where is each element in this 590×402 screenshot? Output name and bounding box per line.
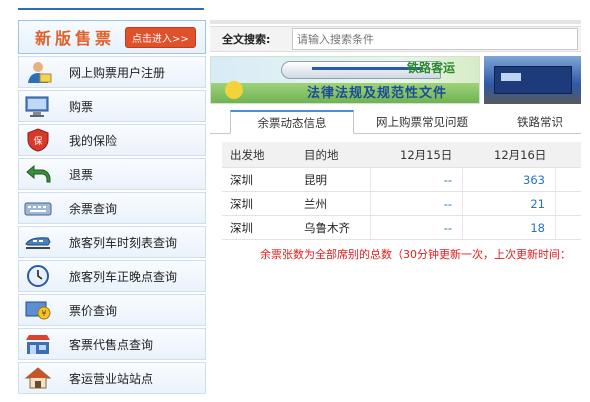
- sidebar-item-price[interactable]: ¥ 票价查询: [18, 294, 206, 326]
- sidebar-item-label: 退票: [69, 167, 94, 182]
- table-cell: 深圳: [230, 220, 253, 235]
- sidebar-item-insurance[interactable]: 保 我的保险: [18, 124, 206, 156]
- banner-tag-regulations: 法律法规及规范性文件: [307, 86, 448, 101]
- svg-text:¥: ¥: [41, 309, 46, 318]
- train-timetable-icon: [23, 229, 53, 255]
- header-cell: 目的地: [304, 147, 339, 162]
- update-notice: 余票张数为全部席别的总数（30分钟更新一次，上次更新时间：: [260, 248, 571, 261]
- user-register-icon: [23, 59, 53, 85]
- locomotive-banner[interactable]: [484, 56, 581, 104]
- sidebar-item-refund[interactable]: 退票: [18, 158, 206, 190]
- table-cell[interactable]: 21: [462, 192, 545, 215]
- header-cell: 出发地: [230, 147, 265, 162]
- sidebar-item-label: 客运营业站站点: [69, 371, 154, 386]
- table-row: 深圳 兰州 -- 21: [222, 192, 581, 216]
- brand-title: 新版售票: [35, 29, 116, 48]
- tab-ticket-info[interactable]: 余票动态信息: [230, 110, 354, 134]
- enter-button[interactable]: 点击进入>>: [125, 26, 196, 48]
- header-cell: 12月16日: [494, 147, 547, 162]
- table-row: 深圳 昆明 -- 363: [222, 168, 581, 192]
- info-tabs: 余票动态信息 网上购票常见问题 铁路常识: [210, 106, 581, 134]
- table-cell: 昆明: [304, 172, 327, 187]
- sidebar-item-label: 旅客列车时刻表查询: [69, 235, 178, 250]
- table-cell: 深圳: [230, 196, 253, 211]
- table-header-row: 出发地 目的地 12月15日 12月16日: [222, 142, 581, 168]
- header-cell: 12月15日: [400, 147, 453, 162]
- flower-graphic: [225, 81, 243, 99]
- top-accent-line: [18, 8, 204, 10]
- sidebar-item-label: 旅客列车正晚点查询: [69, 269, 178, 284]
- search-label: 全文搜索:: [222, 33, 271, 46]
- table-row: 深圳 乌鲁木齐 -- 18: [222, 216, 581, 240]
- sidebar-item-label: 购票: [69, 99, 94, 114]
- sidebar-item-register[interactable]: 网上购票用户注册: [18, 56, 206, 88]
- table-cell[interactable]: 18: [462, 216, 545, 239]
- sidebar-item-station[interactable]: 客运营业站站点: [18, 362, 206, 394]
- sidebar-item-buy[interactable]: 购票: [18, 90, 206, 122]
- svg-text:保: 保: [33, 135, 42, 147]
- sidebar-item-delay[interactable]: 旅客列车正晚点查询: [18, 260, 206, 292]
- station-house-icon: [23, 365, 53, 391]
- table-cell: --: [443, 196, 452, 211]
- table-cell: 乌鲁木齐: [304, 220, 350, 235]
- table-cell: --: [443, 172, 452, 187]
- new-ticketing-banner[interactable]: 新版售票 点击进入>>: [18, 20, 206, 54]
- sidebar-item-agent[interactable]: 客票代售点查询: [18, 328, 206, 360]
- railway-regulations-banner[interactable]: 铁路客运 法律法规及规范性文件: [210, 56, 480, 104]
- clock-icon: [23, 263, 53, 289]
- main-content: 全文搜索: 铁路客运 法律法规及规范性文件 余票动态信息 网上购票常见问题 铁路…: [210, 20, 581, 402]
- tab-faq[interactable]: 网上购票常见问题: [358, 110, 486, 134]
- search-input[interactable]: [292, 28, 578, 50]
- refund-arrow-icon: [23, 161, 53, 187]
- table-cell[interactable]: 363: [462, 168, 545, 191]
- sidebar-item-timetable[interactable]: 旅客列车时刻表查询: [18, 226, 206, 258]
- sidebar-item-label: 余票查询: [69, 201, 118, 216]
- table-cell: 深圳: [230, 172, 253, 187]
- sidebar-item-label: 票价查询: [69, 303, 118, 318]
- top-gray-bar: [210, 20, 581, 24]
- search-bar: 全文搜索:: [210, 26, 581, 52]
- sidebar-item-ticket-query[interactable]: 余票查询: [18, 192, 206, 224]
- keyboard-query-icon: [23, 195, 53, 221]
- computer-ticket-icon: [23, 93, 53, 119]
- sidebar-item-label: 客票代售点查询: [69, 337, 154, 352]
- tab-railway-knowledge[interactable]: 铁路常识: [500, 110, 580, 134]
- ticket-agent-store-icon: [23, 331, 53, 357]
- remaining-tickets-table: 出发地 目的地 12月15日 12月16日 深圳 昆明 -- 363 深圳 兰州…: [222, 142, 581, 240]
- sidebar: 新版售票 点击进入>> 网上购票用户注册 购票 保 我的保险 退票 余票查询 旅…: [18, 20, 206, 402]
- sidebar-item-label: 我的保险: [69, 133, 118, 148]
- price-yen-icon: ¥: [23, 297, 53, 323]
- locomotive-graphic: [494, 66, 572, 94]
- insurance-shield-icon: 保: [23, 127, 53, 153]
- table-cell: --: [443, 220, 452, 235]
- banner-tag-passenger: 铁路客运: [407, 61, 456, 75]
- sidebar-item-label: 网上购票用户注册: [69, 65, 166, 80]
- table-cell: 兰州: [304, 196, 327, 211]
